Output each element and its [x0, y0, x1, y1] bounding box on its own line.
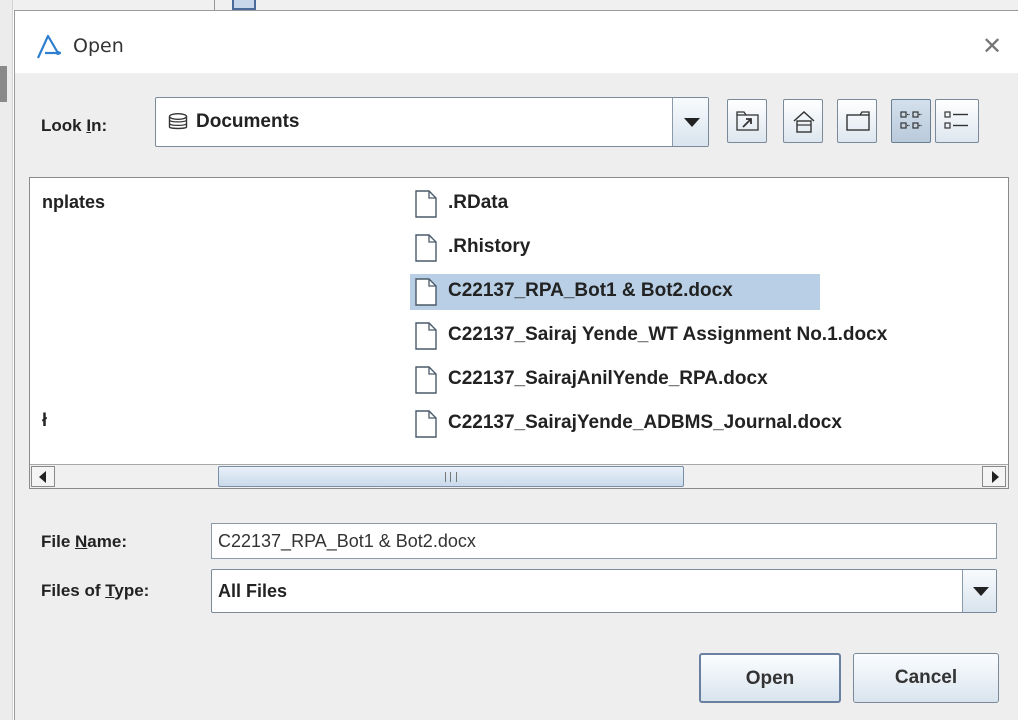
file-name: C22137_SairajAnilYende_RPA.docx	[448, 368, 768, 389]
close-icon: ✕	[981, 32, 1003, 60]
disk-icon	[168, 113, 188, 130]
horizontal-scrollbar[interactable]	[30, 464, 1008, 488]
new-folder-button[interactable]	[837, 99, 877, 143]
file-icon	[415, 190, 437, 218]
arrow-right-icon	[992, 471, 999, 483]
files-of-type-combo[interactable]: All Files	[211, 569, 997, 613]
app-logo-icon	[36, 34, 61, 59]
home-button[interactable]	[783, 99, 823, 143]
background-window-top	[0, 0, 1018, 10]
file-list[interactable]: nplates ł .RData .Rhistory C22137_RPA_Bo…	[29, 177, 1009, 489]
details-view-button[interactable]	[935, 99, 979, 143]
background-divider	[214, 0, 215, 10]
chevron-down-icon	[973, 587, 989, 596]
dialog-title: Open	[73, 35, 124, 57]
file-icon	[415, 366, 437, 394]
background-scrollbar-fragment	[0, 66, 7, 102]
close-button[interactable]: ✕	[977, 31, 1007, 61]
list-item[interactable]: nplates	[42, 192, 105, 213]
file-icon	[415, 322, 437, 350]
look-in-dropdown-button[interactable]	[672, 98, 708, 146]
file-name: C22137_Sairaj Yende_WT Assignment No.1.d…	[448, 324, 888, 345]
scrollbar-thumb[interactable]	[218, 466, 684, 487]
up-one-level-button[interactable]	[727, 99, 767, 143]
title-bar[interactable]: Open ✕	[15, 11, 1018, 73]
file-name: C22137_SairajYende_ADBMS_Journal.docx	[448, 412, 842, 433]
arrow-left-icon	[39, 471, 46, 483]
home-icon	[793, 110, 815, 133]
file-name: C22137_RPA_Bot1 & Bot2.docx	[448, 280, 733, 301]
look-in-value: Documents	[196, 111, 300, 132]
list-item[interactable]: ł	[42, 410, 47, 431]
files-of-type-label: Files of Type:	[41, 581, 150, 600]
background-window-left	[0, 0, 13, 720]
list-view-button[interactable]	[891, 99, 931, 143]
file-icon	[415, 410, 437, 438]
list-view-icon	[900, 111, 922, 129]
file-name-label: File Name:	[41, 532, 127, 551]
look-in-label: Look In:	[41, 116, 108, 135]
file-icon	[415, 234, 437, 262]
open-dialog: Open ✕ Look In: Documents nplates ł .RDa…	[14, 10, 1018, 720]
details-view-icon	[944, 111, 968, 129]
file-icon	[415, 278, 437, 306]
open-button[interactable]: Open	[699, 653, 841, 703]
files-of-type-dropdown-button[interactable]	[962, 570, 996, 612]
files-of-type-value: All Files	[218, 581, 288, 601]
look-in-combo[interactable]: Documents	[155, 97, 709, 147]
file-name: .Rhistory	[448, 236, 531, 257]
background-window-fragment	[232, 0, 256, 10]
up-one-level-icon	[736, 111, 759, 131]
new-folder-icon	[846, 111, 870, 131]
chevron-down-icon	[684, 118, 700, 127]
cancel-button[interactable]: Cancel	[853, 653, 999, 703]
file-name: .RData	[448, 192, 509, 213]
scroll-right-button[interactable]	[982, 466, 1006, 487]
file-name-input[interactable]	[211, 523, 997, 559]
grip-icon	[445, 472, 457, 482]
scroll-left-button[interactable]	[31, 466, 55, 487]
screen: Open ✕ Look In: Documents nplates ł .RDa…	[0, 0, 1018, 720]
